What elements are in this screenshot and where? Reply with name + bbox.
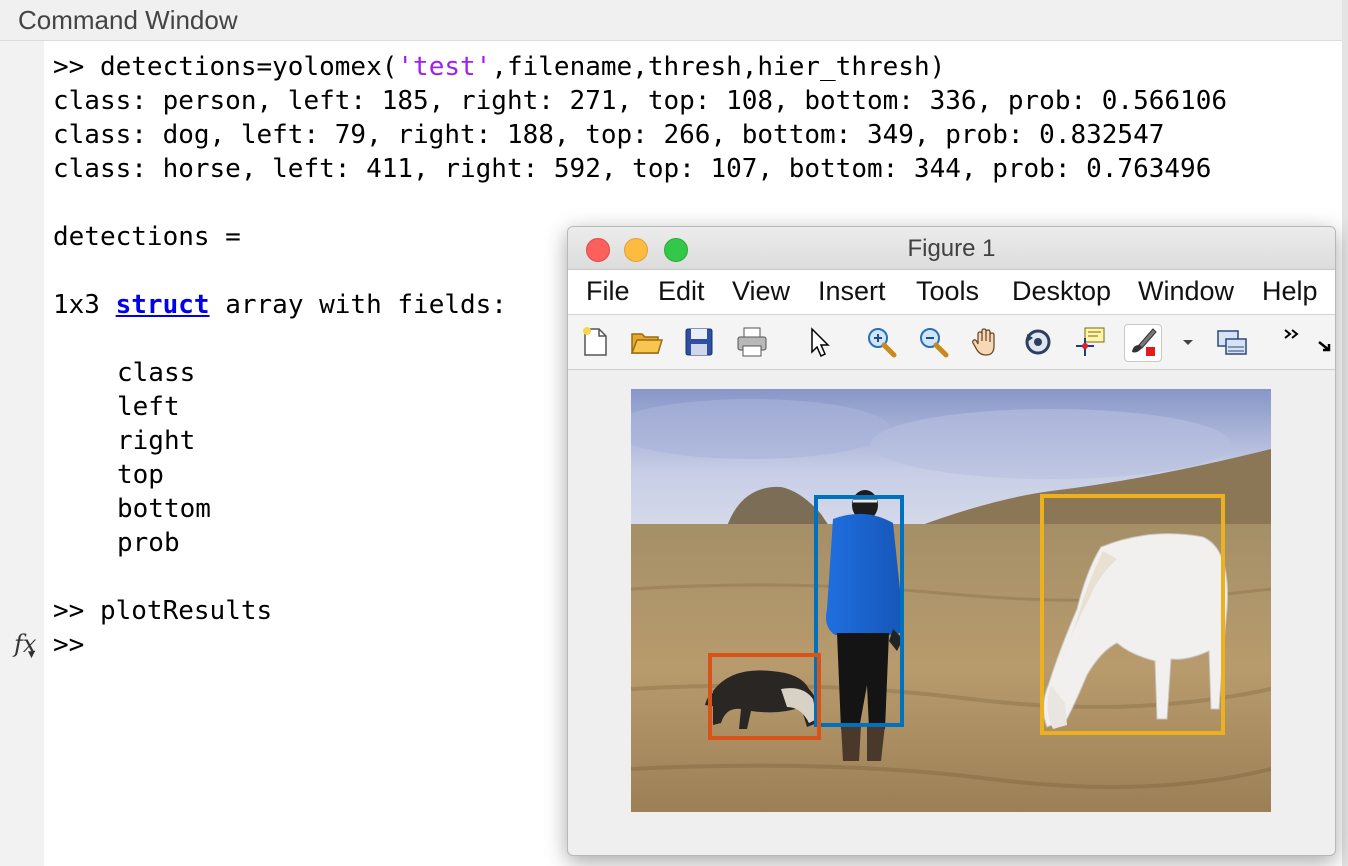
field-bottom: bottom [117, 494, 211, 524]
pan-hand-icon[interactable] [968, 324, 1004, 360]
menu-edit[interactable]: Edit [658, 276, 705, 307]
output-line-person: class: person, left: 185, right: 271, to… [53, 86, 1227, 116]
menu-file[interactable]: File [586, 276, 630, 307]
save-icon[interactable] [681, 324, 717, 360]
detection-image[interactable] [631, 389, 1271, 812]
prompt: >> [53, 52, 85, 82]
data-cursor-icon[interactable] [1072, 324, 1108, 360]
menu-view[interactable]: View [732, 276, 790, 307]
menu-tools[interactable]: Tools [916, 276, 979, 307]
print-icon[interactable] [734, 324, 770, 360]
struct-suffix: array with fields: [209, 290, 507, 320]
field-right: right [117, 426, 196, 456]
brush-dropdown-icon[interactable] [1170, 324, 1194, 360]
open-file-icon[interactable] [628, 324, 664, 360]
new-figure-icon[interactable] [577, 324, 613, 360]
command-args: ,filename,thresh,hier_thresh) [491, 52, 946, 82]
menu-desktop[interactable]: Desktop [1012, 276, 1111, 307]
figure-menubar: File Edit View Insert Tools Desktop Wind… [568, 270, 1335, 315]
command-text: plotResults [99, 596, 273, 626]
figure-title: Figure 1 [907, 235, 996, 262]
command-line-2: >> plotResults [53, 594, 272, 628]
menu-insert[interactable]: Insert [818, 276, 886, 307]
zoom-out-icon[interactable] [915, 324, 951, 360]
command-line-1: >> detections=yolomex('test',filename,th… [53, 50, 945, 84]
figure-window: Figure 1 File Edit View Insert Tools Des… [567, 226, 1336, 856]
detection-image-svg [631, 389, 1271, 812]
field-top: top [117, 460, 164, 490]
struct-description: 1x3 struct array with fields: [53, 288, 507, 322]
field-class: class [117, 358, 196, 388]
menu-help[interactable]: Help [1262, 276, 1318, 307]
field-prob: prob [117, 528, 180, 558]
brush-icon[interactable] [1124, 324, 1162, 362]
pointer-icon[interactable] [801, 324, 837, 360]
menu-window[interactable]: Window [1138, 276, 1234, 307]
struct-size: 1x3 [53, 290, 116, 320]
rotate-3d-icon[interactable] [1020, 324, 1056, 360]
zoom-in-icon[interactable] [863, 324, 899, 360]
command-window-gutter [0, 41, 45, 866]
struct-link[interactable]: struct [116, 290, 210, 320]
command-window-titlebar: Command Window [0, 0, 1348, 41]
command-window-edge [1342, 0, 1348, 866]
figure-toolbar [568, 315, 1335, 370]
string-literal: 'test' [397, 52, 492, 82]
fx-icon[interactable]: fx ▼ [14, 630, 36, 660]
command-text: detections=yolomex( [99, 52, 398, 82]
command-window-title: Command Window [18, 5, 238, 35]
output-line-horse: class: horse, left: 411, right: 592, top… [53, 154, 1212, 184]
field-left: left [117, 392, 180, 422]
link-plot-icon[interactable] [1214, 324, 1250, 360]
prompt: >> [53, 596, 85, 626]
dock-arrow-icon[interactable] [1308, 324, 1332, 360]
toolbar-overflow-icon[interactable] [1274, 324, 1299, 360]
output-line-dog: class: dog, left: 79, right: 188, top: 2… [53, 120, 1165, 150]
variable-display: detections = [53, 222, 241, 252]
figure-titlebar[interactable]: Figure 1 [568, 227, 1335, 270]
active-prompt[interactable]: >> [53, 628, 84, 662]
